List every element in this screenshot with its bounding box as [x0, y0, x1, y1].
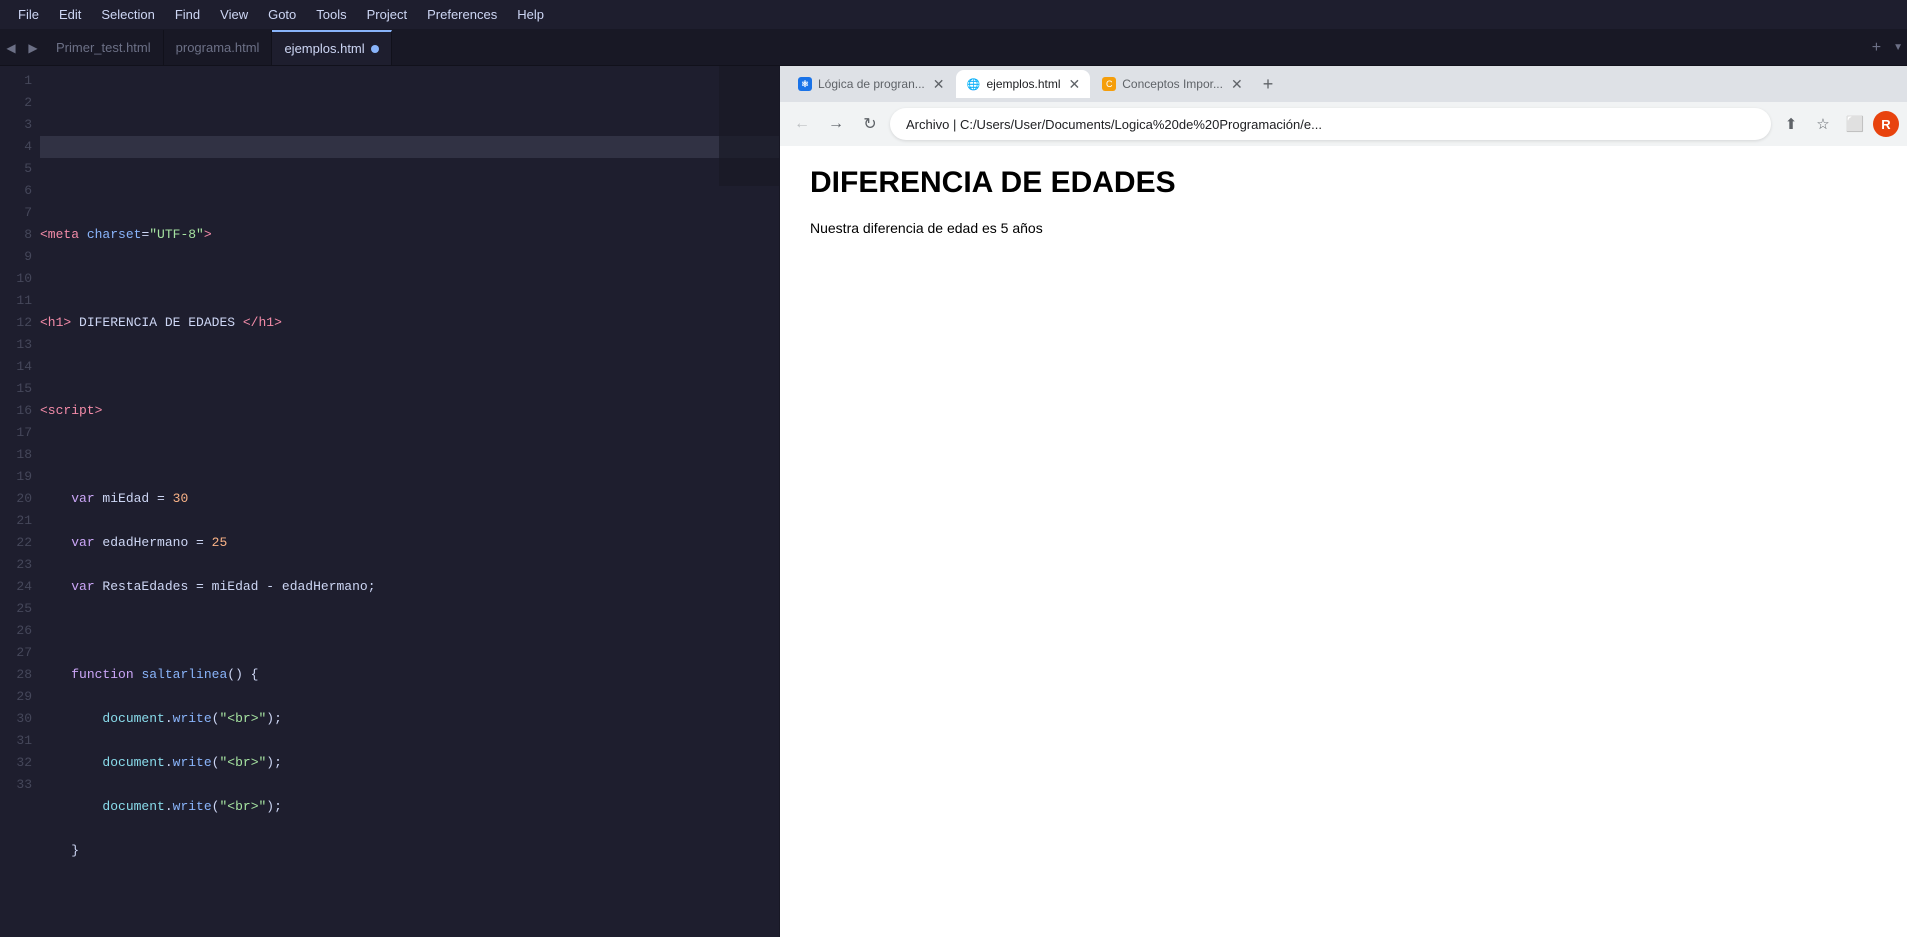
profile-icon[interactable]: R [1873, 111, 1899, 137]
menu-find[interactable]: Find [165, 3, 210, 26]
page-body-text: Nuestra diferencia de edad es 5 años [810, 220, 1877, 236]
editor-tab-bar: ◀ ▶ Primer_test.html programa.html ejemp… [0, 30, 1907, 66]
reload-btn[interactable]: ↻ [856, 110, 884, 138]
menu-help[interactable]: Help [507, 3, 554, 26]
browser-tab-logica[interactable]: ⚛ Lógica de progran... ✕ [788, 70, 954, 98]
line-numbers: 12345 678910 1112131415 1617181920 21222… [0, 66, 40, 937]
forward-btn[interactable]: → [822, 110, 850, 138]
favicon-logica: ⚛ [798, 77, 812, 91]
tab-next-btn[interactable]: ▶ [22, 30, 44, 65]
browser-tab-close[interactable]: ✕ [933, 76, 945, 93]
editor-tab-primer[interactable]: Primer_test.html [44, 30, 164, 65]
tab-label: Primer_test.html [56, 40, 151, 55]
menu-preferences[interactable]: Preferences [417, 3, 507, 26]
bookmark-btn[interactable]: ☆ [1809, 110, 1837, 138]
browser-tab-label: Conceptos Impor... [1122, 77, 1223, 91]
favicon-ejemplos: 🌐 [966, 77, 980, 91]
tab-prev-btn[interactable]: ◀ [0, 30, 22, 65]
menu-edit[interactable]: Edit [49, 3, 91, 26]
favicon-conceptos: C [1102, 77, 1116, 91]
tab-add-btn[interactable]: + [1864, 39, 1889, 57]
browser-tab-ejemplos[interactable]: 🌐 ejemplos.html ✕ [956, 70, 1090, 98]
browser-content: DIFERENCIA DE EDADES Nuestra diferencia … [780, 146, 1907, 937]
browser-new-tab-btn[interactable]: + [1255, 74, 1282, 95]
menu-goto[interactable]: Goto [258, 3, 306, 26]
editor-panel: 12345 678910 1112131415 1617181920 21222… [0, 66, 780, 937]
tab-label: ejemplos.html [284, 41, 364, 56]
menu-selection[interactable]: Selection [91, 3, 164, 26]
editor-tab-ejemplos[interactable]: ejemplos.html [272, 30, 391, 65]
menu-project[interactable]: Project [357, 3, 417, 26]
menu-file[interactable]: File [8, 3, 49, 26]
tab-dropdown-btn[interactable]: ▼ [1889, 42, 1907, 53]
editor-tab-programa[interactable]: programa.html [164, 30, 273, 65]
menu-tools[interactable]: Tools [306, 3, 356, 26]
browser-tab-bar: ⚛ Lógica de progran... ✕ 🌐 ejemplos.html… [780, 66, 1907, 102]
browser-tab-close[interactable]: ✕ [1069, 76, 1081, 93]
menu-bar: File Edit Selection Find View Goto Tools… [0, 0, 1907, 30]
browser-tab-close[interactable]: ✕ [1231, 76, 1243, 93]
tab-label: programa.html [176, 40, 260, 55]
back-btn[interactable]: ← [788, 110, 816, 138]
code-area[interactable]: 12345 678910 1112131415 1617181920 21222… [0, 66, 779, 937]
browser-tab-label: ejemplos.html [986, 77, 1060, 91]
address-input[interactable] [890, 108, 1771, 140]
page-heading: DIFERENCIA DE EDADES [810, 166, 1877, 200]
fullscreen-btn[interactable]: ⬜ [1841, 110, 1869, 138]
browser-tab-conceptos[interactable]: C Conceptos Impor... ✕ [1092, 70, 1252, 98]
browser-actions: ⬆ ☆ ⬜ R [1777, 110, 1899, 138]
main-area: 12345 678910 1112131415 1617181920 21222… [0, 66, 1907, 937]
menu-view[interactable]: View [210, 3, 258, 26]
browser-address-bar: ← → ↻ ⬆ ☆ ⬜ R [780, 102, 1907, 146]
share-btn[interactable]: ⬆ [1777, 110, 1805, 138]
browser-panel: ⚛ Lógica de progran... ✕ 🌐 ejemplos.html… [780, 66, 1907, 937]
code-content: <meta charset="UTF-8"> <h1> DIFERENCIA D… [40, 66, 779, 937]
minimap [719, 66, 779, 186]
tab-modified-dot [371, 45, 379, 53]
browser-tab-label: Lógica de progran... [818, 77, 925, 91]
